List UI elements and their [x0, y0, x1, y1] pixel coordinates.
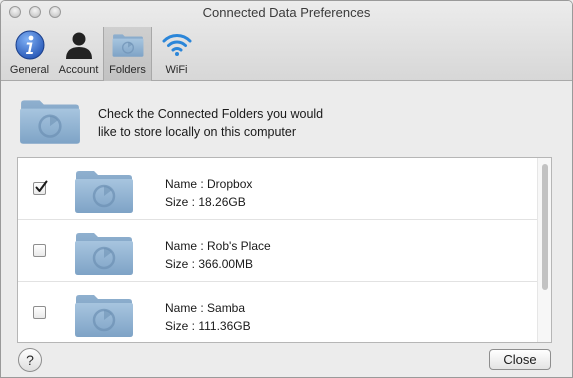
tab-wifi-label: WiFi [165, 64, 188, 76]
folder-checkbox-robs-place[interactable] [33, 244, 46, 257]
tab-account-label: Account [58, 64, 99, 76]
folder-row-dropbox[interactable]: Name : Dropbox Size : 18.26GB [18, 158, 538, 220]
tab-folders[interactable]: Folders [103, 27, 152, 81]
folder-list[interactable]: Name : Dropbox Size : 18.26GB Name : Rob… [17, 157, 552, 343]
window-title: Connected Data Preferences [202, 5, 371, 20]
folder-checkbox-samba[interactable] [33, 306, 46, 319]
info-icon [15, 30, 44, 60]
tab-wifi[interactable]: WiFi [152, 27, 201, 81]
instructions-line-1: Check the Connected Folders you would [98, 107, 324, 121]
folder-name: Name : Rob's Place [165, 239, 271, 253]
tab-account[interactable]: Account [54, 27, 103, 81]
folder-size: Size : 18.26GB [165, 195, 246, 209]
folder-icon [19, 95, 81, 147]
folder-icon [74, 292, 134, 338]
folders-header: Check the Connected Folders you would li… [19, 95, 559, 151]
tab-general-label: General [9, 64, 50, 76]
folder-icon [112, 29, 144, 61]
close-button[interactable]: Close [489, 349, 551, 370]
wifi-icon [162, 34, 191, 56]
tab-folders-label: Folders [109, 64, 146, 76]
folder-name: Name : Dropbox [165, 177, 253, 191]
folder-row-samba[interactable]: Name : Samba Size : 111.36GB [18, 282, 538, 343]
instructions-text: Check the Connected Folders you would li… [98, 105, 398, 141]
folder-icon [74, 168, 134, 214]
preferences-toolbar: General Account Folders WiFi [5, 27, 201, 81]
preferences-window: Connected Data Preferences General Accou… [0, 0, 573, 378]
checkmark-icon [35, 180, 48, 192]
vertical-scrollbar[interactable] [537, 158, 551, 342]
folder-name: Name : Samba [165, 301, 246, 315]
titlebar: Connected Data Preferences General Accou… [1, 1, 572, 81]
folder-size: Size : 366.00MB [165, 257, 254, 271]
tab-general[interactable]: General [5, 27, 54, 81]
folder-size: Size : 111.36GB [165, 319, 251, 333]
help-button[interactable]: ? [18, 348, 42, 372]
user-silhouette-icon [65, 32, 92, 59]
folder-checkbox-dropbox[interactable] [33, 180, 48, 195]
scroll-thumb[interactable] [542, 164, 548, 290]
folder-row-robs-place[interactable]: Name : Rob's Place Size : 366.00MB [18, 220, 538, 282]
instructions-line-2: like to store locally on this computer [98, 125, 297, 139]
folder-icon [74, 230, 134, 276]
